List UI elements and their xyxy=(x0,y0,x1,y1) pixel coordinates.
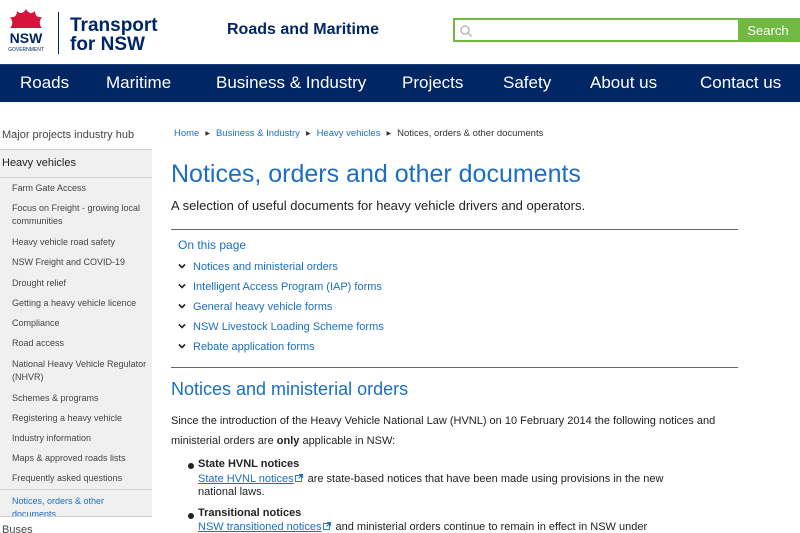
on-this-page-link-label: NSW Livestock Loading Scheme forms xyxy=(193,321,384,333)
sidebar-item-road-safety[interactable]: Heavy vehicle road safety xyxy=(12,236,148,249)
on-this-page-link-label: Rebate application forms xyxy=(193,341,315,353)
on-this-page-link-notices[interactable]: Notices and ministerial orders xyxy=(177,261,338,273)
sidebar-divider xyxy=(0,516,152,517)
chevron-down-icon xyxy=(178,344,186,349)
on-this-page-link-general-forms[interactable]: General heavy vehicle forms xyxy=(177,301,332,313)
nav-item-roads[interactable]: Roads xyxy=(20,73,69,93)
sidebar-link-major-projects[interactable]: Major projects industry hub xyxy=(2,129,134,141)
sidebar-item-compliance[interactable]: Compliance xyxy=(12,317,148,330)
on-this-page-link-livestock-forms[interactable]: NSW Livestock Loading Scheme forms xyxy=(177,321,384,333)
list-item-text: and ministerial orders continue to remai… xyxy=(335,521,648,533)
sidebar-divider xyxy=(0,489,152,490)
chevron-down-icon xyxy=(178,264,186,269)
nav-item-about-us[interactable]: About us xyxy=(590,73,657,93)
sidebar-item-drought-relief[interactable]: Drought relief xyxy=(12,277,148,290)
search-input[interactable] xyxy=(477,21,737,39)
sidebar-item-schemes-programs[interactable]: Schemes & programs xyxy=(12,392,148,405)
nav-item-business-industry[interactable]: Business & Industry xyxy=(216,73,366,93)
sidebar-item-nhvr[interactable]: National Heavy Vehicle Regulator (NHVR) xyxy=(12,358,148,384)
sidebar-item-registering[interactable]: Registering a heavy vehicle xyxy=(12,412,148,425)
sidebar-divider xyxy=(0,177,152,178)
breadcrumb-heavy-vehicles[interactable]: Heavy vehicles xyxy=(317,128,381,139)
logo-subtext: GOVERNMENT xyxy=(8,47,44,53)
link-nsw-transitioned-notices[interactable]: NSW transitioned notices xyxy=(198,521,322,533)
on-this-page-heading: On this page xyxy=(178,238,247,252)
on-this-page-top-rule xyxy=(171,229,738,230)
brand-line-2: for NSW xyxy=(70,34,145,55)
logo-divider xyxy=(58,12,59,54)
sidebar-item-road-access[interactable]: Road access xyxy=(12,337,148,350)
nav-item-projects[interactable]: Projects xyxy=(402,73,463,93)
list-bullet xyxy=(188,463,194,469)
sidebar-item-focus-on-freight[interactable]: Focus on Freight - growing local communi… xyxy=(12,202,148,228)
on-this-page-link-label: Intelligent Access Program (IAP) forms xyxy=(193,281,382,293)
breadcrumb-current: Notices, orders & other documents xyxy=(397,128,544,139)
brand-line-1: Transport xyxy=(70,15,158,36)
page-intro: A selection of useful documents for heav… xyxy=(171,198,586,213)
sidebar-item-notices-active[interactable]: Notices, orders & other documents xyxy=(12,495,148,521)
body-text-emphasis: only xyxy=(276,435,300,447)
nsw-government-logo[interactable]: NSW GOVERNMENT xyxy=(3,6,49,54)
sidebar-item-farm-gate-access[interactable]: Farm Gate Access xyxy=(12,182,148,195)
chevron-right-icon: ▶ xyxy=(386,131,392,137)
agency-name[interactable]: Roads and Maritime xyxy=(227,21,379,39)
page-title: Notices, orders and other documents xyxy=(171,160,581,188)
external-link-icon xyxy=(322,522,331,530)
on-this-page-link-iap-forms[interactable]: Intelligent Access Program (IAP) forms xyxy=(177,281,382,293)
sidebar: Major projects industry hub Heavy vehicl… xyxy=(0,122,152,533)
brand-name[interactable]: Transport for NSW xyxy=(70,16,158,54)
nav-item-maritime[interactable]: Maritime xyxy=(106,73,171,93)
chevron-right-icon: ▶ xyxy=(205,131,210,137)
sidebar-item-maps[interactable]: Maps & approved roads lists xyxy=(12,452,148,465)
logo-text: NSW xyxy=(10,30,43,46)
external-link-icon xyxy=(294,474,303,482)
main-navigation: Roads Maritime Business & Industry Proje… xyxy=(0,64,800,102)
list-item-title-transitional-notices: Transitional notices xyxy=(198,507,302,519)
sidebar-link-buses[interactable]: Buses xyxy=(2,524,33,533)
site-header: NSW GOVERNMENT Transport for NSW Roads a… xyxy=(0,0,800,64)
sidebar-item-freight-covid[interactable]: NSW Freight and COVID-19 xyxy=(12,256,148,269)
sidebar-heading-heavy-vehicles[interactable]: Heavy vehicles xyxy=(2,157,76,169)
search-icon xyxy=(460,25,473,38)
list-item-body-state-notices: State HVNL notices are state-based notice… xyxy=(198,473,668,499)
list-item-body-transitional-notices: NSW transitioned notices and ministerial … xyxy=(198,521,668,533)
sidebar-item-industry-information[interactable]: Industry information xyxy=(12,432,148,445)
sidebar-item-faq[interactable]: Frequently asked questions xyxy=(12,472,148,485)
section-body-text: Since the introduction of the Heavy Vehi… xyxy=(171,411,741,451)
on-this-page-link-rebate-forms[interactable]: Rebate application forms xyxy=(177,341,315,353)
section-title-notices: Notices and ministerial orders xyxy=(171,379,409,399)
on-this-page-bottom-rule xyxy=(171,367,738,368)
chevron-down-icon xyxy=(178,304,186,309)
nav-item-safety[interactable]: Safety xyxy=(503,73,551,93)
breadcrumb-business-industry[interactable]: Business & Industry xyxy=(216,128,300,139)
body-text-end: applicable in NSW: xyxy=(299,435,396,447)
chevron-right-icon: ▶ xyxy=(305,131,311,137)
list-bullet xyxy=(188,513,194,519)
chevron-down-icon xyxy=(178,284,186,289)
nav-item-contact-us[interactable]: Contact us xyxy=(700,73,781,93)
breadcrumb-home[interactable]: Home xyxy=(174,128,199,139)
search-button[interactable]: Search xyxy=(738,18,798,42)
sidebar-item-licence[interactable]: Getting a heavy vehicle licence xyxy=(12,297,148,310)
search-bar: Search xyxy=(453,18,800,42)
chevron-down-icon xyxy=(178,324,186,329)
list-item-title-state-notices: State HVNL notices xyxy=(198,458,300,470)
link-state-hvnl-notices[interactable]: State HVNL notices xyxy=(198,473,294,485)
body-text-start: Since the introduction of the Heavy Vehi… xyxy=(171,415,716,447)
on-this-page-link-label: Notices and ministerial orders xyxy=(193,261,338,273)
breadcrumb: Home ▶ Business & Industry ▶ Heavy vehicles ▶… xyxy=(174,128,543,139)
on-this-page-link-label: General heavy vehicle forms xyxy=(193,301,333,313)
